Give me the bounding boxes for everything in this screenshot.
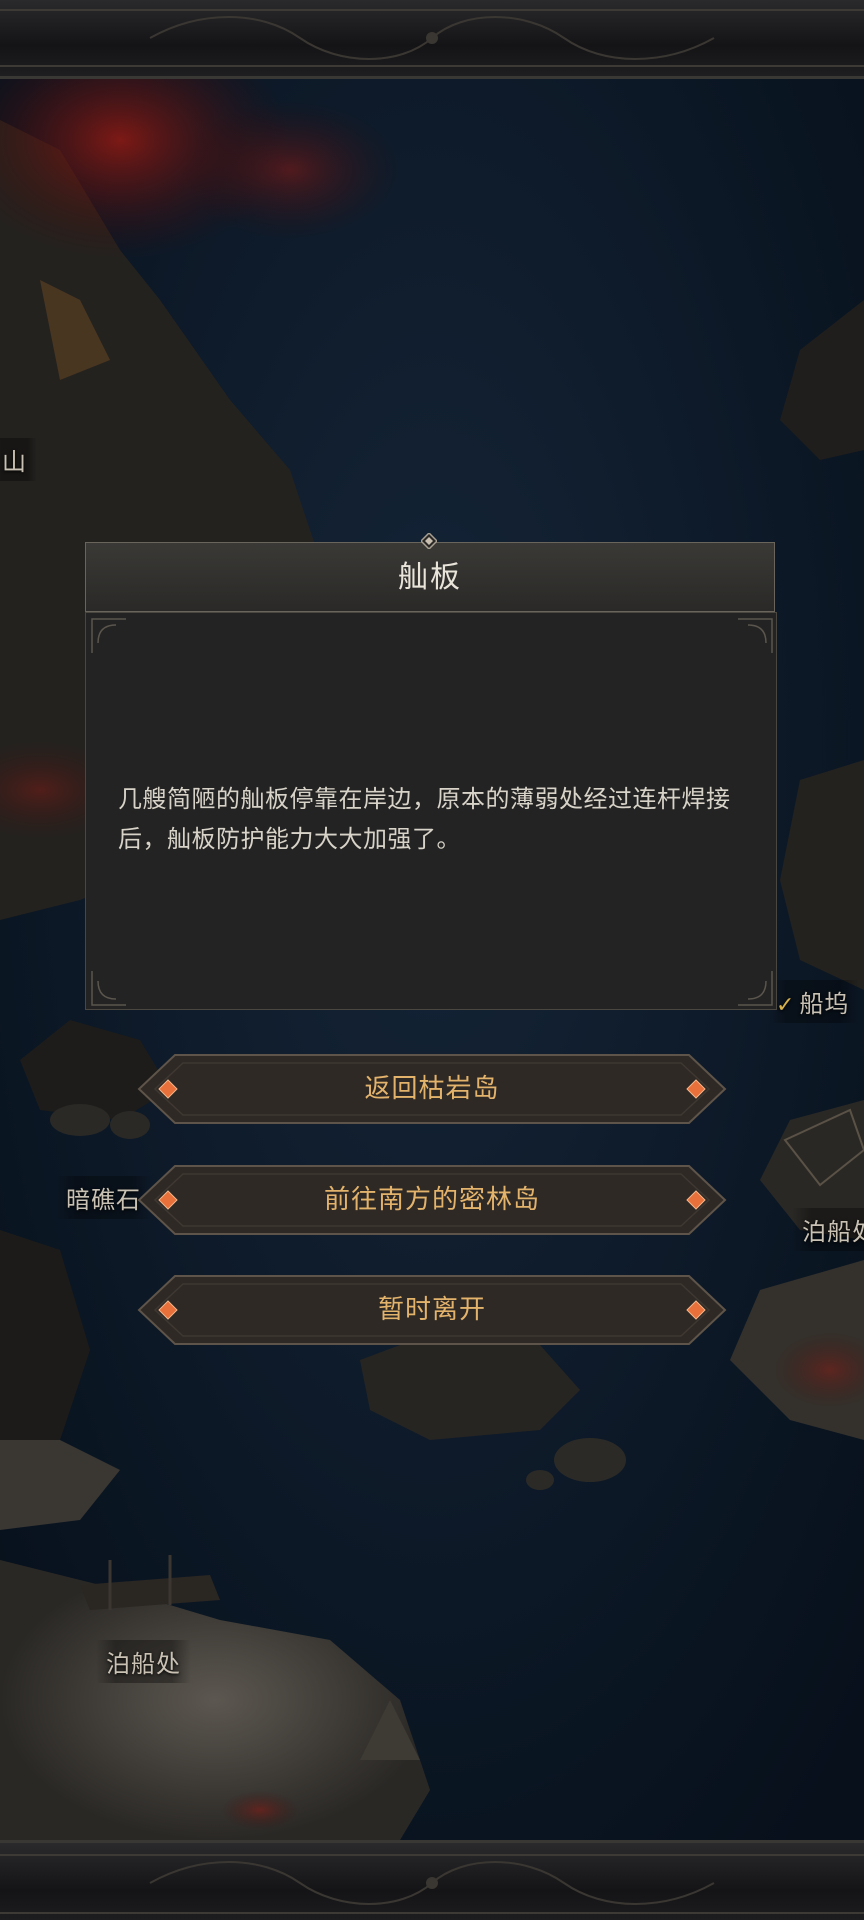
dialog-header: 舢板 xyxy=(85,542,775,612)
game-screen: 山 ✓船坞 暗礁石 泊船处 泊船处 舢板 几艘简陋的舢板停靠在岸边，原本的薄弱处… xyxy=(0,0,864,1920)
option-button-leave[interactable]: 暂时离开 xyxy=(135,1272,729,1348)
map-label-mountain[interactable]: 山 xyxy=(0,438,37,481)
event-dialog: 舢板 几艘简陋的舢板停靠在岸边，原本的薄弱处经过连杆焊接后，舢板防护能力大大加强… xyxy=(85,533,777,1010)
option-button-go-south[interactable]: 前往南方的密林岛 xyxy=(135,1162,729,1238)
diamond-icon xyxy=(421,533,437,549)
option-label: 暂时离开 xyxy=(377,1295,486,1325)
dialog-body: 几艘简陋的舢板停靠在岸边，原本的薄弱处经过连杆焊接后，舢板防护能力大大加强了。 xyxy=(85,612,777,1010)
map-label-dock[interactable]: ✓ 船坞 xyxy=(770,980,860,1023)
map-label-anchorage-bottom[interactable]: 泊船处 xyxy=(96,1640,191,1683)
dialog-description: 几艘简陋的舢板停靠在岸边，原本的薄弱处经过连杆焊接后，舢板防护能力大大加强了。 xyxy=(118,785,731,853)
option-label: 返回枯岩岛 xyxy=(364,1074,500,1104)
map-label-dock-text: 船坞 xyxy=(799,990,850,1018)
option-label: 前往南方的密林岛 xyxy=(323,1185,540,1215)
top-frame xyxy=(0,0,864,79)
check-icon: ✓ xyxy=(776,993,796,1018)
option-button-return[interactable]: 返回枯岩岛 xyxy=(135,1051,729,1127)
dialog-title: 舢板 xyxy=(398,560,462,595)
bottom-frame xyxy=(0,1840,864,1920)
map-label-anchorage-right[interactable]: 泊船处 xyxy=(792,1208,864,1251)
